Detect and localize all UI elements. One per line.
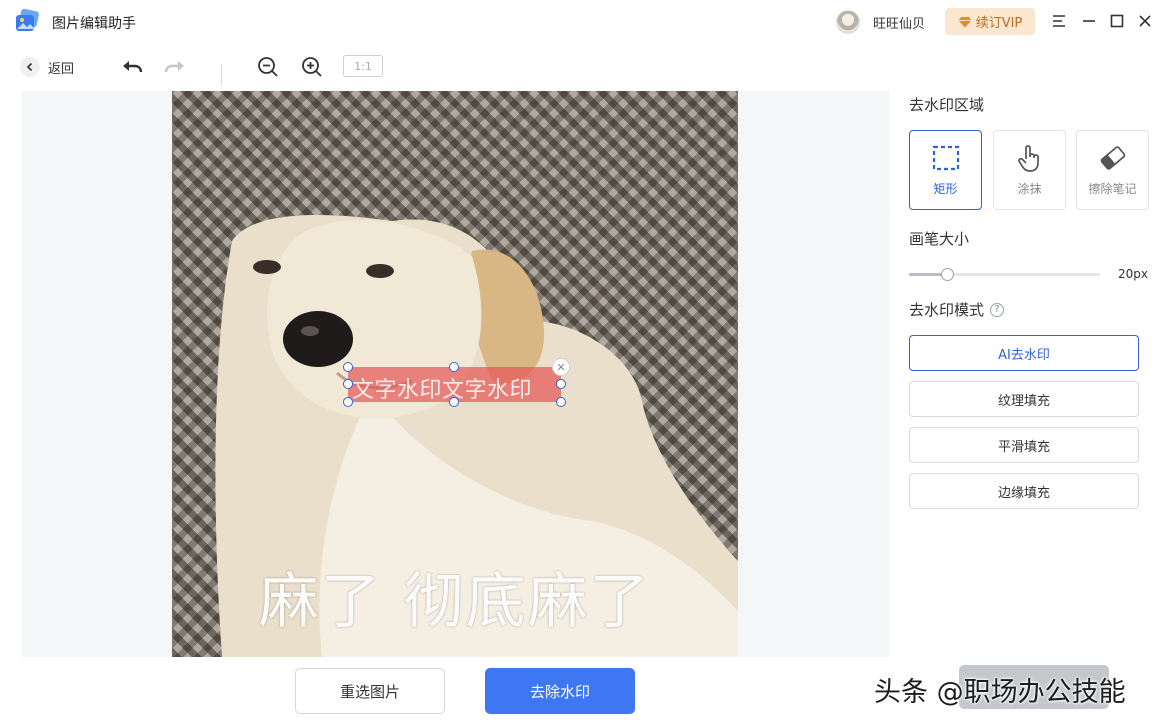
resize-handle-bottom-left[interactable] (343, 397, 353, 407)
diamond-icon (958, 16, 972, 27)
avatar[interactable] (836, 10, 860, 34)
remove-watermark-button[interactable]: 去除水印 (485, 668, 635, 714)
mode-label: 擦除笔记 (1088, 182, 1137, 196)
option-smooth-fill[interactable]: 平滑填充 (909, 427, 1139, 463)
back-label: 返回 (48, 61, 75, 77)
meme-caption: 麻了 彻底麻了 (258, 567, 652, 637)
reselect-image-button[interactable]: 重选图片 (295, 668, 445, 714)
hand-pointer-icon (1017, 145, 1039, 172)
resize-handle-bottom[interactable] (449, 397, 459, 407)
removal-mode-title: 去水印模式? (909, 299, 1005, 320)
resize-handle-top[interactable] (449, 362, 459, 372)
maximize-icon[interactable] (1108, 12, 1126, 30)
overlay-watermark-text: 头条 @职场办公技能 (874, 677, 1126, 708)
mode-label: 涂抹 (1017, 182, 1042, 196)
minimize-icon[interactable] (1080, 12, 1098, 30)
resize-handle-left[interactable] (343, 379, 353, 389)
help-icon[interactable]: ? (990, 303, 1005, 317)
removal-mode-label: 去水印模式 (909, 301, 985, 319)
actual-size-button[interactable]: 1:1 (343, 55, 383, 77)
brush-size-title: 画笔大小 (909, 230, 970, 248)
title-bar: 图片编辑助手 旺旺仙贝 续订VIP (0, 0, 1170, 44)
option-edge-fill[interactable]: 边缘填充 (909, 473, 1139, 509)
close-icon[interactable] (1136, 12, 1154, 30)
mode-label: 矩形 (933, 182, 958, 196)
slider-thumb[interactable] (941, 268, 954, 281)
app-title: 图片编辑助手 (52, 16, 136, 32)
resize-handle-top-left[interactable] (343, 362, 353, 372)
renew-vip-button[interactable]: 续订VIP (945, 8, 1035, 35)
option-ai-removal[interactable]: AI去水印 (909, 335, 1139, 371)
app-window: 图片编辑助手 旺旺仙贝 续订VIP 返回 1:1 麻了 彻底麻了 文字水印文字水… (0, 0, 1170, 726)
image-canvas[interactable]: 麻了 彻底麻了 文字水印文字水印 ✕ (22, 91, 889, 657)
redo-icon[interactable] (163, 55, 187, 79)
zoom-out-icon[interactable] (256, 55, 280, 79)
slider-track[interactable] (909, 268, 1100, 281)
zoom-in-icon[interactable] (300, 55, 324, 79)
resize-handle-right[interactable] (556, 379, 566, 389)
mode-rectangle[interactable]: 矩形 (909, 130, 982, 210)
option-texture-fill[interactable]: 纹理填充 (909, 381, 1139, 417)
eraser-icon (1100, 146, 1125, 170)
resize-handle-bottom-right[interactable] (556, 397, 566, 407)
selection-close-icon[interactable]: ✕ (552, 358, 570, 376)
brush-size-slider[interactable]: 20px (909, 267, 1149, 283)
brush-size-value: 20px (1118, 267, 1148, 281)
toolbar: 返回 1:1 (0, 44, 890, 90)
back-chevron-icon (20, 57, 40, 77)
dog-photo: 麻了 彻底麻了 文字水印文字水印 ✕ (172, 91, 738, 657)
vip-label: 续订VIP (975, 16, 1023, 31)
mode-smear[interactable]: 涂抹 (993, 130, 1066, 210)
dashed-rectangle-icon (932, 145, 959, 171)
mode-eraser[interactable]: 擦除笔记 (1076, 130, 1149, 210)
back-button[interactable]: 返回 (20, 56, 74, 78)
menu-icon[interactable] (1050, 12, 1068, 30)
undo-icon[interactable] (120, 55, 144, 79)
username: 旺旺仙贝 (873, 17, 926, 32)
app-logo-icon (16, 8, 39, 31)
selection-watermark-text: 文字水印文字水印 (352, 378, 533, 403)
region-title: 去水印区域 (909, 96, 985, 114)
toolbar-divider (221, 64, 222, 86)
